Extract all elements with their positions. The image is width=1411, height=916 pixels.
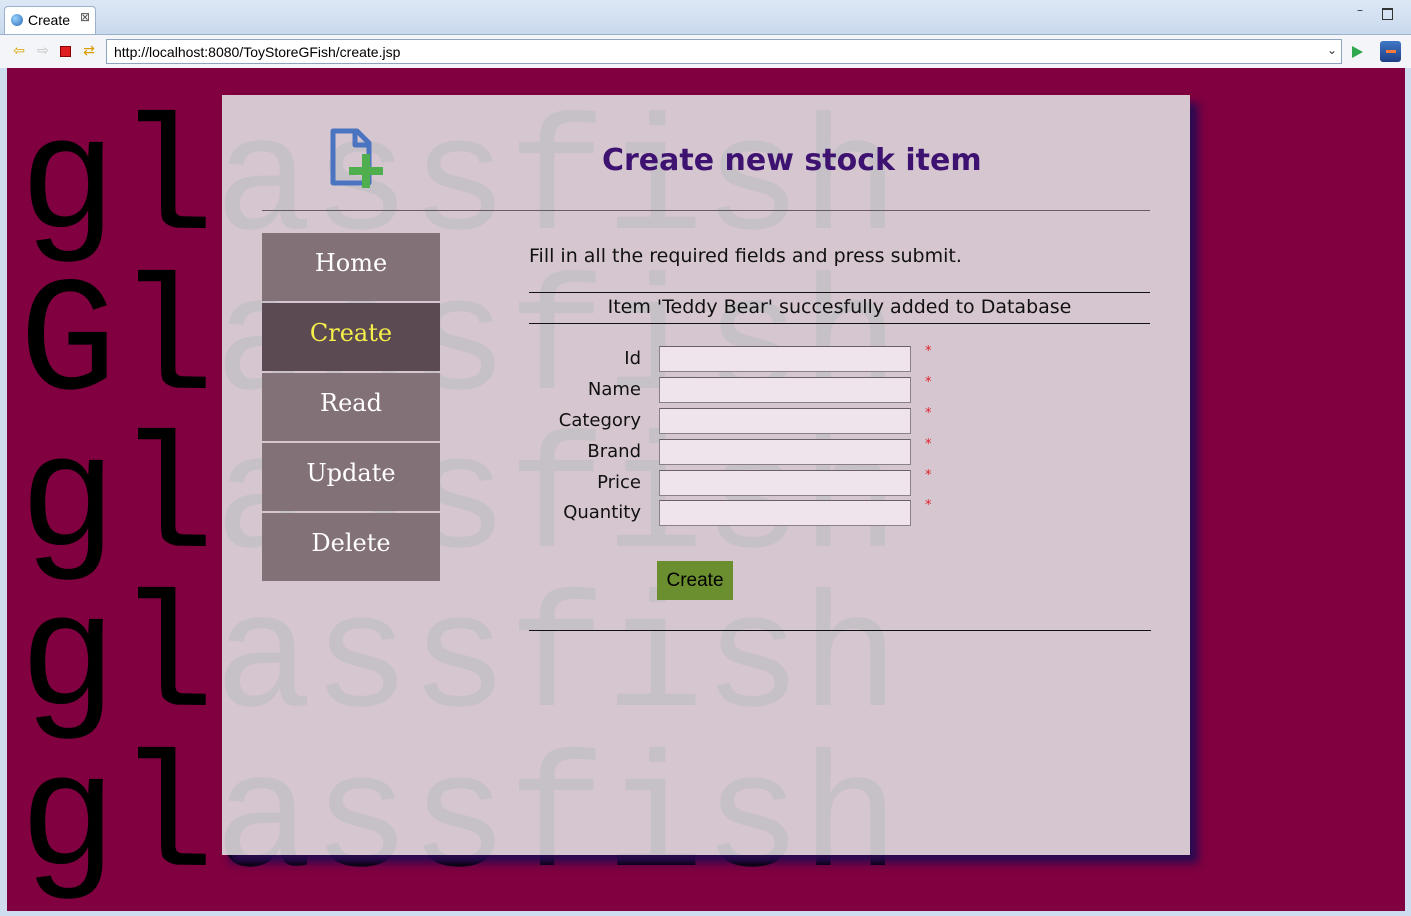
form-row-price: Price *: [529, 468, 969, 498]
status-message-text: Item 'Teddy Bear' succesfully added to D…: [607, 296, 1072, 318]
category-label: Category: [558, 410, 641, 431]
form-row-id: Id *: [529, 344, 969, 374]
go-icon[interactable]: [1352, 46, 1363, 58]
page-title: Create new stock item: [602, 143, 982, 178]
new-document-plus-icon: [330, 128, 383, 188]
page-viewport: glassfish Glassfish glassfish glassfish …: [7, 68, 1405, 911]
nav-item-update[interactable]: Update: [262, 443, 440, 511]
refresh-icon[interactable]: ⇄: [81, 43, 97, 59]
content-panel: glassfish Glassfish glassfish glassfish …: [222, 95, 1190, 855]
external-browser-icon[interactable]: [1380, 41, 1401, 62]
brand-input[interactable]: [659, 439, 911, 465]
url-text[interactable]: http://localhost:8080/ToyStoreGFish/crea…: [114, 44, 400, 60]
required-marker: *: [925, 468, 932, 483]
status-message: Item 'Teddy Bear' succesfully added to D…: [529, 292, 1150, 324]
price-input[interactable]: [659, 470, 911, 496]
chevron-down-icon[interactable]: ⌄: [1327, 43, 1337, 57]
id-input[interactable]: [659, 346, 911, 372]
browser-toolbar: ⇦ ⇨ ⇄ http://localhost:8080/ToyStoreGFis…: [0, 34, 1411, 68]
price-label: Price: [597, 472, 641, 493]
minimize-icon[interactable]: –: [1357, 4, 1369, 16]
address-bar[interactable]: http://localhost:8080/ToyStoreGFish/crea…: [106, 39, 1342, 64]
category-input[interactable]: [659, 408, 911, 434]
divider: [262, 210, 1150, 211]
id-label: Id: [624, 348, 641, 369]
required-marker: *: [925, 344, 932, 359]
browser-tab[interactable]: Create ⊠: [4, 6, 96, 34]
quantity-label: Quantity: [563, 502, 641, 523]
globe-icon: [11, 14, 23, 26]
back-icon[interactable]: ⇦: [11, 43, 27, 59]
form-row-name: Name *: [529, 375, 969, 405]
instructions-text: Fill in all the required fields and pres…: [529, 245, 962, 267]
forward-icon[interactable]: ⇨: [35, 43, 51, 59]
name-label: Name: [587, 379, 641, 400]
nav-item-delete[interactable]: Delete: [262, 513, 440, 581]
nav-item-create[interactable]: Create: [262, 303, 440, 371]
required-marker: *: [925, 498, 932, 513]
brand-label: Brand: [587, 441, 641, 462]
name-input[interactable]: [659, 377, 911, 403]
tab-bar: Create ⊠ –: [0, 0, 1411, 34]
nav-item-home[interactable]: Home: [262, 233, 440, 301]
form-row-brand: Brand *: [529, 437, 969, 467]
create-button[interactable]: Create: [657, 561, 733, 600]
tab-title: Create: [28, 12, 71, 28]
required-marker: *: [925, 375, 932, 390]
stop-icon[interactable]: [60, 46, 71, 57]
maximize-icon[interactable]: [1382, 8, 1393, 20]
required-marker: *: [925, 437, 932, 452]
divider: [529, 630, 1151, 631]
form-row-quantity: Quantity *: [529, 498, 969, 528]
quantity-input[interactable]: [659, 500, 911, 526]
side-nav: Home Create Read Update Delete: [262, 233, 440, 583]
nav-item-read[interactable]: Read: [262, 373, 440, 441]
close-tab-icon[interactable]: ⊠: [80, 10, 90, 24]
required-marker: *: [925, 406, 932, 421]
form-row-category: Category *: [529, 406, 969, 436]
